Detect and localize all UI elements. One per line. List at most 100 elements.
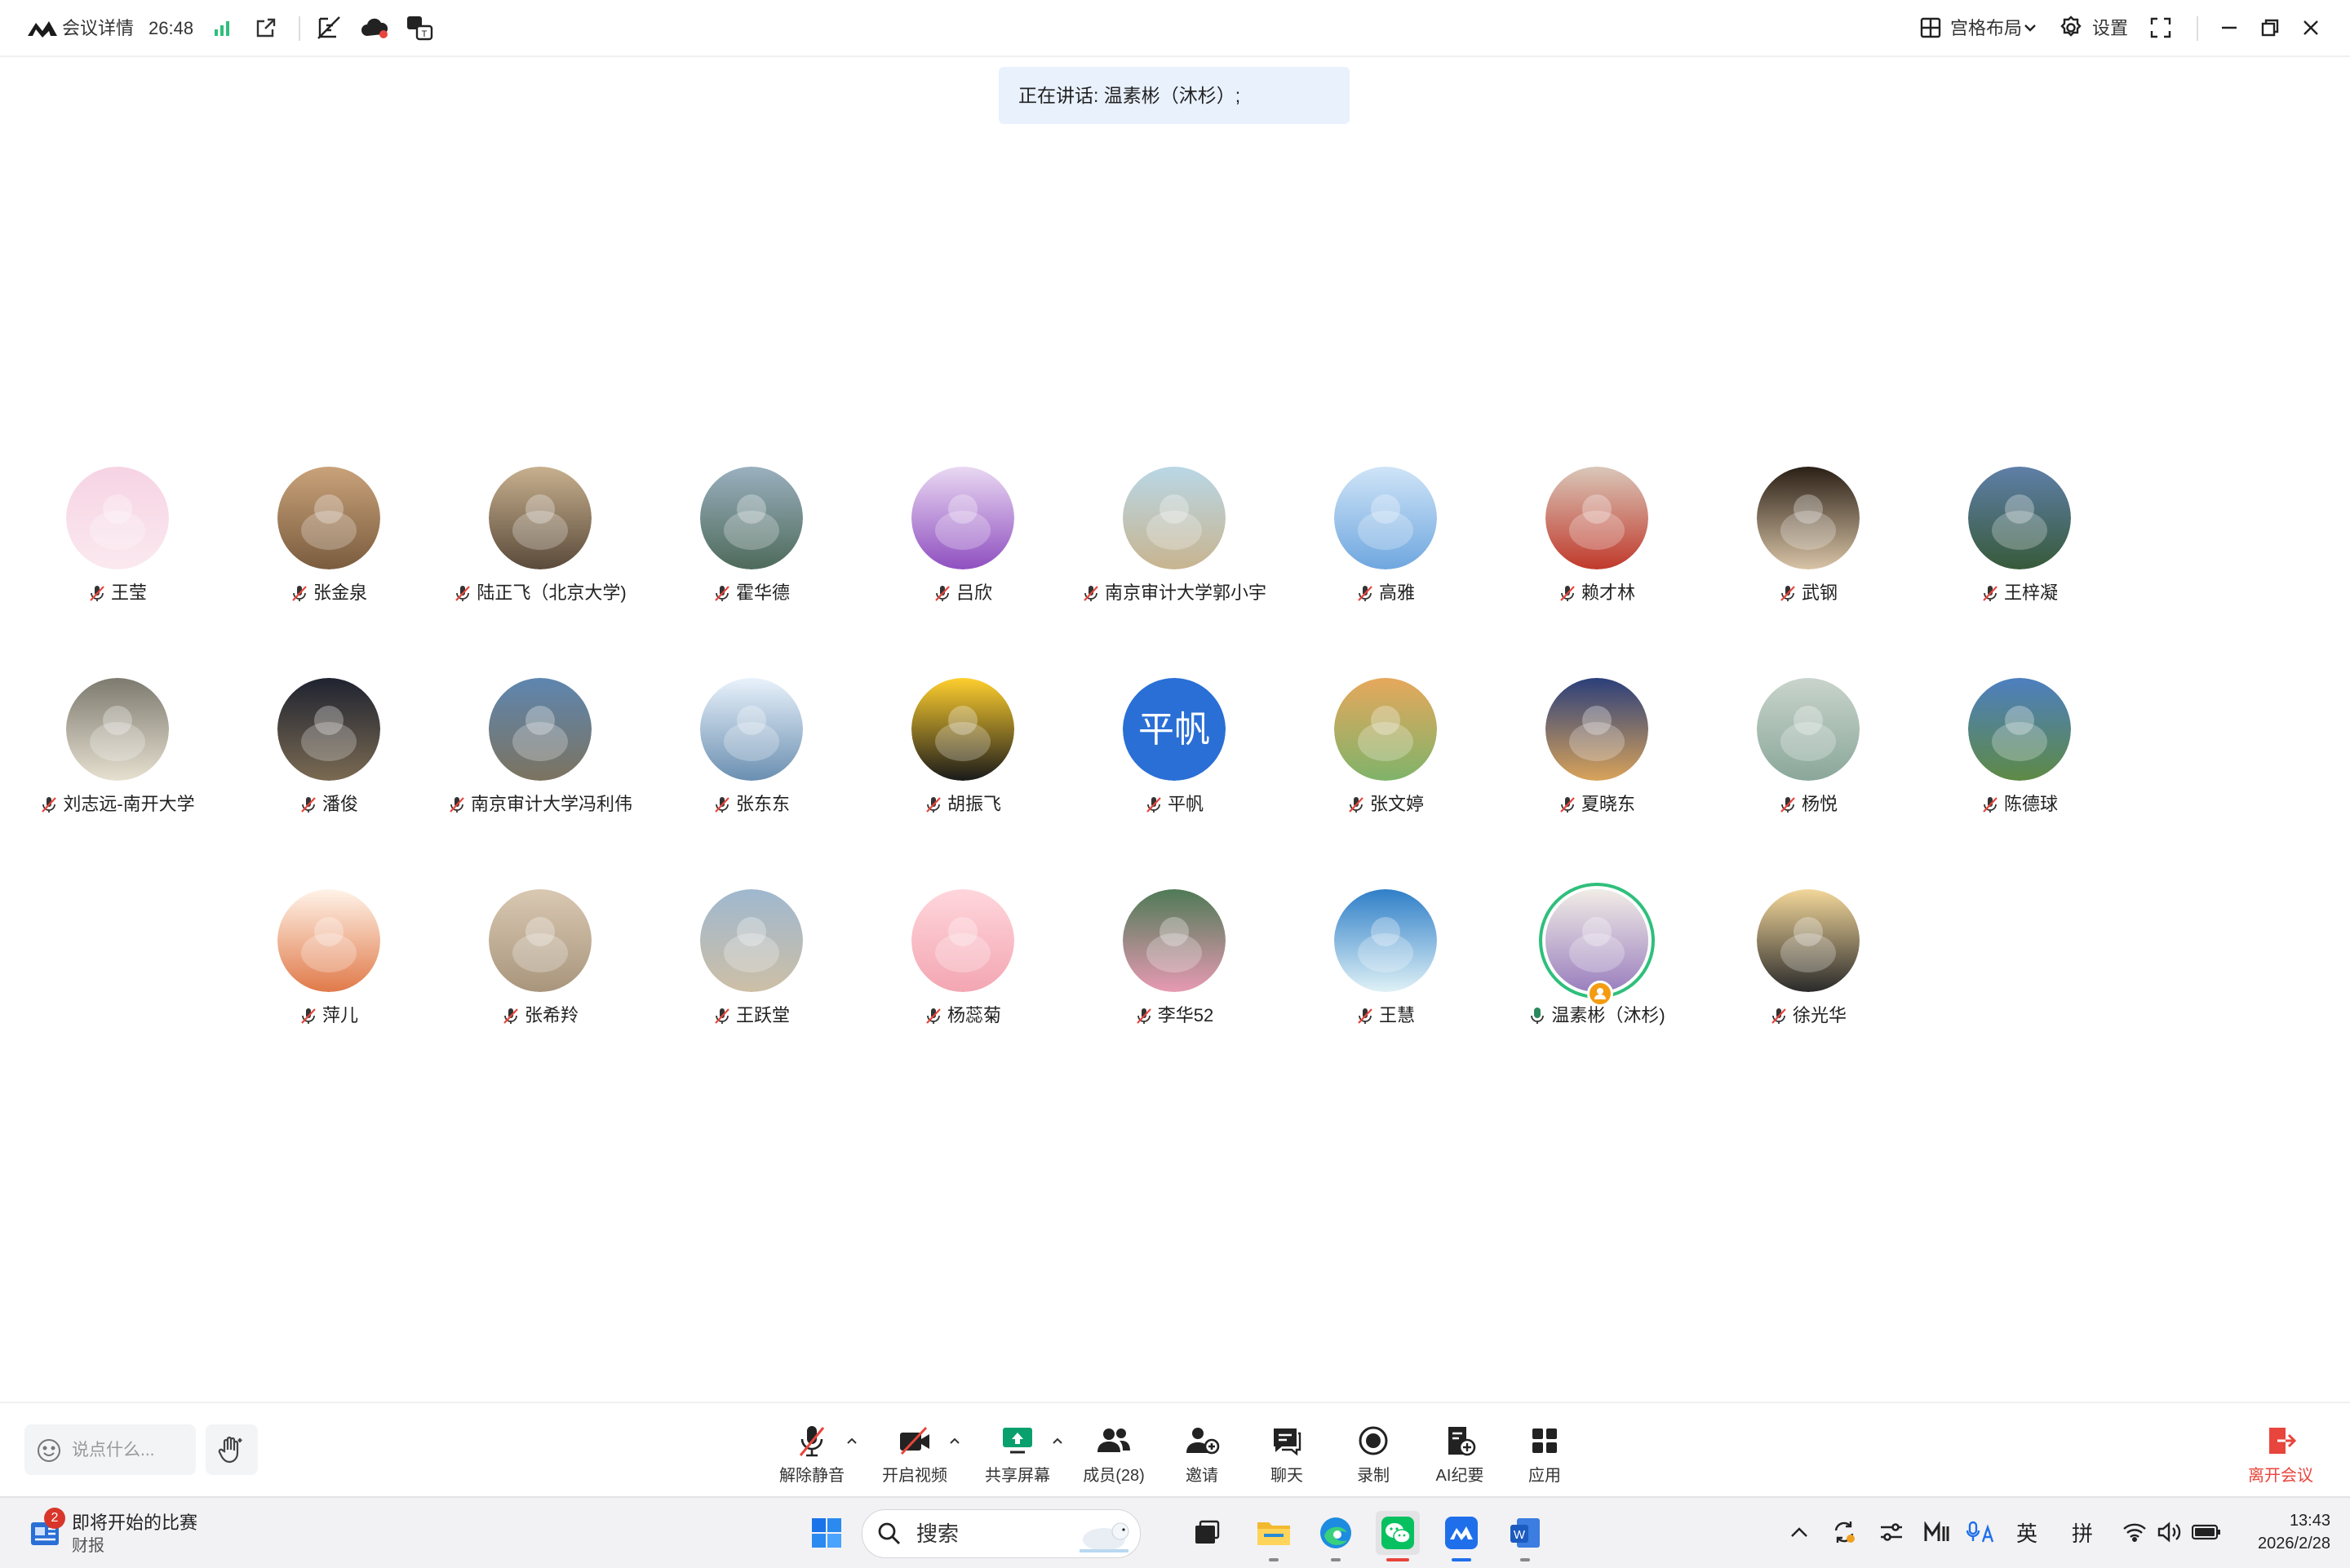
participant-name-text: 吕欣 xyxy=(956,582,992,603)
fullscreen-icon[interactable] xyxy=(2144,11,2177,44)
participant-tile[interactable]: 高雅 xyxy=(1280,467,1491,613)
participant-tile[interactable]: 杨悦 xyxy=(1703,678,1913,825)
close-icon[interactable] xyxy=(2295,11,2327,44)
participant-tile[interactable]: 王跃堂 xyxy=(646,889,857,1036)
participant-tile[interactable]: 平帆 平帆 xyxy=(1069,678,1279,825)
record-button[interactable]: 录制 xyxy=(1328,1423,1418,1488)
participant-tile[interactable]: 徐光华 xyxy=(1703,889,1913,1036)
participant-tile[interactable]: 武钢 xyxy=(1703,467,1913,613)
chat-placeholder: 说点什么... xyxy=(72,1441,155,1459)
participant-tile[interactable]: 王梓凝 xyxy=(1914,467,2125,613)
edge-browser-icon[interactable] xyxy=(1314,1511,1358,1561)
participant-tile[interactable]: 张东东 xyxy=(646,678,857,825)
word-icon[interactable]: W xyxy=(1503,1511,1547,1561)
cloud-record-icon[interactable] xyxy=(359,11,392,44)
meeting-details-link[interactable]: 会议详情 xyxy=(62,15,134,42)
task-view-icon[interactable] xyxy=(1185,1511,1229,1555)
share-options-caret-icon[interactable] xyxy=(1051,1434,1064,1447)
mic-muted-icon xyxy=(1779,584,1797,602)
participant-tile[interactable]: 刘志远-南开大学 xyxy=(12,678,223,825)
participant-name: 徐光华 xyxy=(1678,1003,1938,1028)
wechat-icon[interactable] xyxy=(1376,1511,1420,1561)
start-menu-icon[interactable] xyxy=(805,1511,849,1555)
popout-icon[interactable] xyxy=(250,11,282,44)
participant-tile[interactable]: 霍华德 xyxy=(646,467,857,613)
system-clock[interactable]: 13:43 2026/2/28 xyxy=(2224,1509,2330,1555)
members-button[interactable]: 成员(28) xyxy=(1069,1423,1159,1488)
participant-avatar xyxy=(277,678,380,781)
participant-tile[interactable]: 赖才林 xyxy=(1492,467,1702,613)
settings-button[interactable]: 设置 xyxy=(2092,15,2128,42)
participant-tile[interactable]: 张金泉 xyxy=(224,467,434,613)
voice-input-icon[interactable] xyxy=(1965,1516,1998,1548)
app-tray-m-icon[interactable] xyxy=(1921,1516,1953,1548)
tencent-meeting-icon[interactable] xyxy=(1439,1511,1483,1561)
participant-tile[interactable]: 胡振飞 xyxy=(858,678,1068,825)
participant-tile[interactable]: 南京审计大学冯利伟 xyxy=(435,678,645,825)
clock-date: 2026/2/28 xyxy=(2258,1535,2330,1552)
participant-tile[interactable]: 杨蕊菊 xyxy=(858,889,1068,1036)
participant-name-text: 南京审计大学冯利伟 xyxy=(470,794,632,814)
network-signal-icon[interactable] xyxy=(207,11,240,44)
news-badge: 2 xyxy=(44,1508,65,1529)
gear-icon[interactable] xyxy=(2055,11,2087,44)
share-screen-button[interactable]: 共享屏幕 xyxy=(973,1423,1062,1488)
participant-tile[interactable]: 张希羚 xyxy=(435,889,645,1036)
mic-muted-icon xyxy=(1356,1007,1374,1025)
battery-icon[interactable] xyxy=(2190,1516,2223,1548)
emoji-icon[interactable] xyxy=(36,1437,62,1464)
video-options-caret-icon[interactable] xyxy=(948,1434,961,1447)
taskbar-search[interactable]: 搜索 xyxy=(862,1509,1141,1558)
participant-tile[interactable]: 温素彬（沐杉) xyxy=(1492,889,1702,1036)
ime-language-indicator[interactable]: 英 xyxy=(2012,1516,2042,1548)
participant-avatar xyxy=(1334,889,1437,992)
participant-tile[interactable]: 潘俊 xyxy=(224,678,434,825)
participant-tile[interactable]: 夏晓东 xyxy=(1492,678,1702,825)
audio-options-caret-icon[interactable] xyxy=(845,1434,858,1447)
participant-name-text: 夏晓东 xyxy=(1581,794,1635,814)
translate-icon[interactable]: T xyxy=(403,11,436,44)
settings-sliders-icon[interactable] xyxy=(1875,1516,1908,1548)
participant-avatar xyxy=(277,889,380,992)
mic-muted-icon xyxy=(502,1007,520,1025)
grid-layout-button[interactable]: 宫格布局 xyxy=(1950,15,2022,42)
participant-tile[interactable]: 王莹 xyxy=(12,467,223,613)
show-hidden-icons-chevron-icon[interactable] xyxy=(1787,1516,1811,1548)
participant-avatar xyxy=(700,678,803,781)
no-sign-in-icon[interactable] xyxy=(313,11,346,44)
participant-name-text: 王梓凝 xyxy=(2003,582,2058,603)
chevron-down-icon[interactable] xyxy=(2020,11,2040,44)
raise-hand-button[interactable] xyxy=(206,1424,258,1475)
leave-meeting-button[interactable]: 离开会议 xyxy=(2236,1423,2326,1488)
sync-icon[interactable] xyxy=(1828,1516,1860,1548)
mic-muted-icon xyxy=(1981,795,1999,813)
participant-name-text: 王跃堂 xyxy=(735,1005,790,1025)
participant-tile[interactable]: 陆正飞（北京大学) xyxy=(435,467,645,613)
participant-name-text: 张金泉 xyxy=(313,582,367,603)
unmute-button[interactable]: 解除静音 xyxy=(767,1423,857,1488)
minimize-icon[interactable] xyxy=(2213,11,2246,44)
volume-icon[interactable] xyxy=(2154,1516,2184,1548)
participant-tile[interactable]: 南京审计大学郭小宇 xyxy=(1069,467,1279,613)
participant-tile[interactable]: 萍儿 xyxy=(224,889,434,1036)
restore-icon[interactable] xyxy=(2254,11,2286,44)
participant-tile[interactable]: 王慧 xyxy=(1280,889,1491,1036)
quick-chat-input[interactable]: 说点什么... xyxy=(24,1424,196,1475)
wifi-icon[interactable] xyxy=(2120,1516,2149,1548)
participant-tile[interactable]: 吕欣 xyxy=(858,467,1068,613)
file-explorer-icon[interactable] xyxy=(1252,1511,1296,1561)
start-video-button[interactable]: 开启视频 xyxy=(870,1423,960,1488)
participant-tile[interactable]: 张文婷 xyxy=(1280,678,1491,825)
ime-mode-indicator[interactable]: 拼 xyxy=(2068,1516,2097,1548)
participant-avatar xyxy=(700,889,803,992)
grid-layout-icon[interactable] xyxy=(1914,11,1947,44)
participant-tile[interactable]: 陈德球 xyxy=(1914,678,2125,825)
apps-button[interactable]: 应用 xyxy=(1500,1423,1590,1488)
chat-button[interactable]: 聊天 xyxy=(1242,1423,1332,1488)
members-icon xyxy=(1094,1423,1133,1459)
participant-tile[interactable]: 李华52 xyxy=(1069,889,1279,1036)
camera-off-icon xyxy=(895,1423,934,1459)
news-widget[interactable]: 2 即将开始的比赛 财报 xyxy=(24,1508,237,1558)
mic-muted-icon xyxy=(1145,795,1163,813)
mic-muted-icon xyxy=(40,795,58,813)
